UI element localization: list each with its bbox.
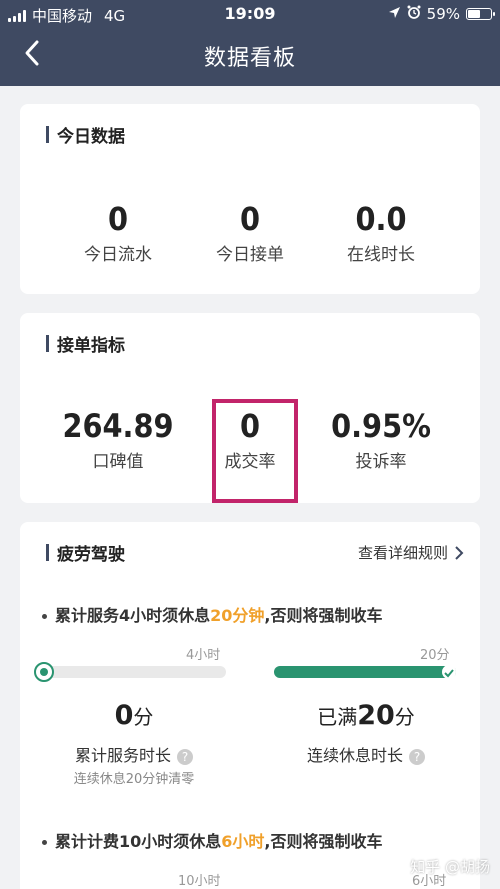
rest-progress-fill — [274, 666, 456, 678]
card-title: 接单指标 — [57, 336, 125, 356]
stat-label: 今日接单 — [216, 245, 284, 265]
annotation-highlight-box — [212, 399, 298, 503]
alarm-icon — [407, 5, 421, 23]
order-metrics-card: 接单指标 264.89 口碑值 0 成交率 0.95% 投诉率 — [20, 313, 480, 503]
title-accent-bar — [46, 544, 49, 561]
bullet-dot — [42, 840, 47, 845]
header-bar: 中国移动 4G 19:09 59% 数据看板 — [0, 0, 500, 86]
help-icon[interactable]: ? — [177, 748, 193, 765]
rule-text: ,否则将强制收车 — [264, 606, 383, 625]
stat-label: 今日流水 — [84, 245, 152, 265]
help-icon[interactable]: ? — [409, 748, 425, 765]
billing-limit-mark: 10小时 — [178, 874, 221, 889]
service-value: 0 — [114, 700, 134, 731]
service-progress-bar — [40, 666, 226, 678]
rest-unit: 分 — [394, 705, 415, 729]
stat-complaint-rate[interactable]: 0.95% 投诉率 — [306, 407, 456, 472]
rest-duration-value: 已满20分 — [266, 700, 466, 731]
service-unit: 分 — [133, 705, 154, 729]
service-duration-value: 0分 — [34, 700, 234, 731]
service-progress-knob — [34, 662, 54, 682]
rule-10-hours: 累计计费10小时须休息6小时,否则将强制收车 — [42, 828, 383, 852]
stat-today-orders[interactable]: 0 今日接单 — [175, 200, 325, 265]
card-title: 疲劳驾驶 — [57, 545, 125, 565]
service-reset-note: 连续休息20分钟清零 — [73, 772, 195, 787]
view-rules-link[interactable]: 查看详细规则 — [358, 542, 464, 563]
stat-today-revenue[interactable]: 0 今日流水 — [43, 200, 193, 265]
rest-prefix: 已满 — [317, 705, 358, 729]
stat-online-hours[interactable]: 0.0 在线时长 — [306, 200, 456, 265]
rule-text: 累计服务4小时须休息 — [55, 606, 211, 625]
stat-label: 口碑值 — [92, 452, 144, 472]
stat-value: 0.95% — [331, 407, 431, 445]
today-data-card: 今日数据 0 今日流水 0 今日接单 0.0 在线时长 — [20, 104, 480, 294]
stat-value: 0 — [239, 200, 261, 238]
chevron-right-icon — [455, 545, 464, 560]
stat-value: 0.0 — [355, 200, 407, 238]
stat-label: 在线时长 — [347, 245, 415, 265]
watermark: 知乎 @胡扬 — [410, 858, 490, 876]
card-title: 今日数据 — [57, 127, 125, 147]
battery-percent: 59% — [426, 5, 460, 23]
location-icon — [388, 5, 401, 23]
rule-4-hours: 累计服务4小时须休息20分钟,否则将强制收车 — [42, 602, 383, 626]
stat-value: 0 — [107, 200, 129, 238]
page-title: 数据看板 — [203, 46, 296, 71]
rest-progress-bar — [274, 666, 456, 678]
battery-icon — [466, 8, 495, 20]
rule-text: 累计计费10小时须休息 — [55, 832, 222, 851]
view-rules-label: 查看详细规则 — [357, 544, 448, 562]
bullet-dot — [42, 614, 47, 619]
rest-limit-mark: 20分 — [420, 648, 450, 663]
title-accent-bar — [46, 126, 49, 143]
title-accent-bar — [46, 335, 49, 352]
service-limit-mark: 4小时 — [186, 648, 221, 663]
stat-label: 投诉率 — [355, 452, 407, 472]
status-bar: 中国移动 4G 19:09 59% — [0, 0, 500, 28]
service-duration-label: 累计服务时长? — [34, 742, 234, 766]
rest-duration-label: 连续休息时长? — [266, 742, 466, 766]
rule-highlight: 20分钟 — [210, 606, 265, 625]
rule-text: ,否则将强制收车 — [264, 832, 383, 851]
stat-reputation[interactable]: 264.89 口碑值 — [43, 407, 193, 472]
check-icon — [442, 665, 456, 679]
stat-value: 264.89 — [62, 407, 174, 445]
rest-value: 20 — [357, 700, 395, 731]
fatigue-driving-card: 疲劳驾驶 查看详细规则 累计服务4小时须休息20分钟,否则将强制收车 4小时 2… — [20, 522, 480, 889]
rule-highlight: 6小时 — [221, 832, 265, 851]
